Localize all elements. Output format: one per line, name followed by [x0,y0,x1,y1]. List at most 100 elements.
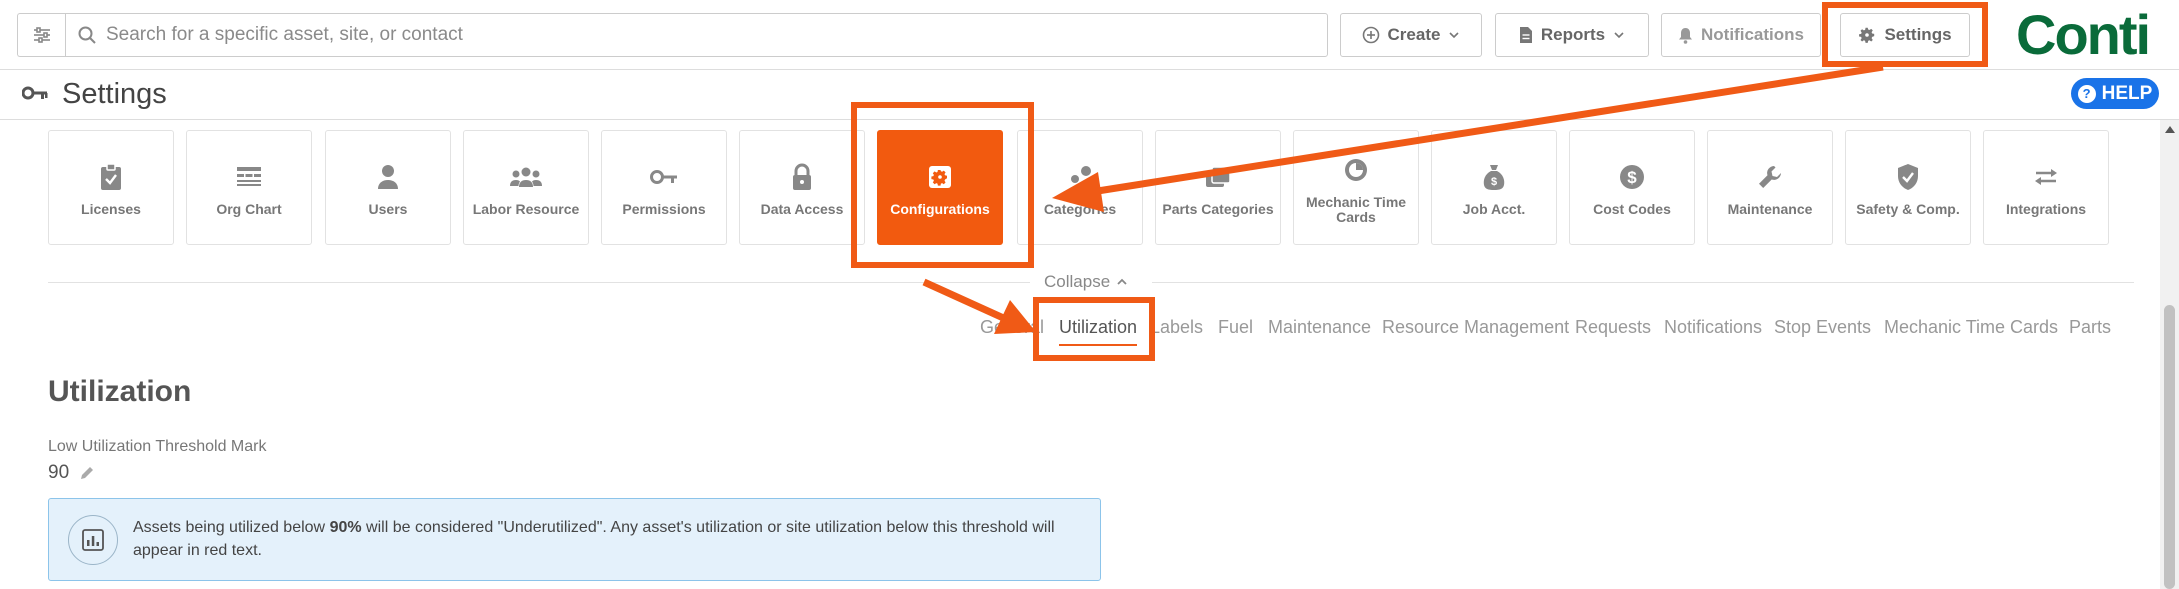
create-label: Create [1387,25,1441,44]
info-text: Assets being utilized below 90% will be … [133,516,1073,562]
tile-integrations[interactable]: Integrations [1983,130,2109,245]
tile-mechanic-time-cards[interactable]: Mechanic Time Cards [1293,130,1419,245]
chevron-up-icon [1117,278,1127,285]
svg-text:$: $ [1627,168,1637,187]
info-banner: Assets being utilized below 90% will be … [48,498,1101,581]
question-icon: ? [2077,84,2096,103]
search-box[interactable] [65,13,1328,57]
key-icon [22,86,48,100]
subtab-label: Resource Management [1382,317,1570,337]
tile-users[interactable]: Users [325,130,451,245]
tile-cost-codes[interactable]: $ Cost Codes [1569,130,1695,245]
tile-label: Categories [1043,201,1117,217]
chevron-down-icon [1449,32,1460,39]
user-icon [376,158,400,196]
subtab-resource-management[interactable]: Resource Management [1382,317,1569,338]
subtab-maintenance[interactable]: Maintenance [1268,317,1371,338]
plus-circle-icon [1362,26,1379,44]
clipboard-check-icon [99,158,123,196]
parts-categories-icon [1204,158,1232,196]
wrench-icon [1757,158,1783,196]
tile-maintenance[interactable]: Maintenance [1707,130,1833,245]
tile-label: Parts Categories [1162,201,1274,217]
tile-job-acct[interactable]: $ Job Acct. [1431,130,1557,245]
chart-icon [68,515,118,565]
tile-label: Data Access [760,201,844,217]
highlight-utilization [1033,297,1155,361]
categories-icon [1067,158,1093,196]
bell-icon [1679,27,1693,44]
reports-label: Reports [1540,25,1606,44]
scroll-up-arrow[interactable] [2165,126,2175,133]
tile-safety-comp[interactable]: Safety & Comp. [1845,130,1971,245]
highlight-settings [1822,2,1988,67]
notifications-label: Notifications [1701,25,1804,44]
lock-icon [791,158,813,196]
page-title: Settings [62,78,167,110]
tile-label: Job Acct. [1462,201,1526,217]
chevron-down-icon [1614,32,1624,39]
sliders-icon [33,27,50,43]
subtab-fuel[interactable]: Fuel [1218,317,1253,338]
tile-licenses[interactable]: Licenses [48,130,174,245]
subtab-label: Parts [2069,317,2112,337]
tile-label: Permissions [622,201,706,217]
subtab-requests[interactable]: Requests [1575,317,1651,338]
subtab-notifications[interactable]: Notifications [1664,317,1762,338]
create-button[interactable]: Create [1340,13,1482,57]
section-title: Utilization [48,375,192,408]
scrollbar-thumb[interactable] [2164,305,2175,589]
subtab-labels[interactable]: Labels [1150,317,1203,338]
tile-org-chart[interactable]: Org Chart [186,130,312,245]
divider-left [48,282,1030,283]
clock-icon [1343,151,1369,189]
tile-label: Cost Codes [1593,201,1671,217]
tile-label: Safety & Comp. [1856,201,1960,217]
subtab-label: Maintenance [1268,317,1372,337]
subtab-parts[interactable]: Parts [2069,317,2111,338]
tile-label: Org Chart [216,201,282,217]
tile-labor-resource[interactable]: Labor Resource [463,130,589,245]
pencil-icon[interactable] [79,465,95,481]
tile-label: Users [368,201,408,217]
org-chart-icon [236,158,262,196]
reports-button[interactable]: Reports [1495,13,1649,57]
svg-text:$: $ [1491,176,1497,188]
tile-data-access[interactable]: Data Access [739,130,865,245]
help-button[interactable]: ? HELP [2071,78,2159,109]
tile-parts-categories[interactable]: Parts Categories [1155,130,1281,245]
subtab-label: Notifications [1664,317,1763,337]
tile-categories[interactable]: Categories [1017,130,1143,245]
tile-label: Integrations [2005,201,2087,217]
shield-icon [1896,158,1920,196]
tile-label: Mechanic Time Cards [1305,193,1407,225]
divider-right [1152,282,2134,283]
highlight-configurations [851,102,1034,268]
search-icon [78,26,96,44]
subtab-stop-events[interactable]: Stop Events [1774,317,1871,338]
key-icon [650,158,678,196]
company-logo: Conti [2016,3,2151,66]
info-text-prefix: Assets being utilized below [133,519,330,536]
page-scrollbar[interactable] [2160,120,2179,589]
group-icon [510,158,542,196]
tile-label: Labor Resource [472,201,580,217]
threshold-label: Low Utilization Threshold Mark [48,438,267,455]
dollar-icon: $ [1619,158,1645,196]
settings-tiles: Licenses Org Chart Users Labor Resource Perm… [48,130,2148,245]
collapse-label: Collapse [1044,272,1111,291]
collapse-button[interactable]: Collapse [1034,272,1139,292]
subtab-label: Fuel [1218,317,1254,337]
search-input[interactable] [106,24,1306,46]
tile-permissions[interactable]: Permissions [601,130,727,245]
subtab-mechanic-time-cards[interactable]: Mechanic Time Cards [1884,317,2058,338]
subtab-label: Labels [1150,317,1204,337]
tile-label: Maintenance [1727,201,1813,217]
notifications-button[interactable]: Notifications [1661,13,1821,57]
threshold-value-field: 90 [48,462,95,484]
filter-button[interactable] [17,13,65,57]
arrows-icon [2033,158,2059,196]
document-icon [1519,27,1532,43]
help-label: HELP [2101,82,2153,104]
money-bag-icon: $ [1482,158,1506,196]
